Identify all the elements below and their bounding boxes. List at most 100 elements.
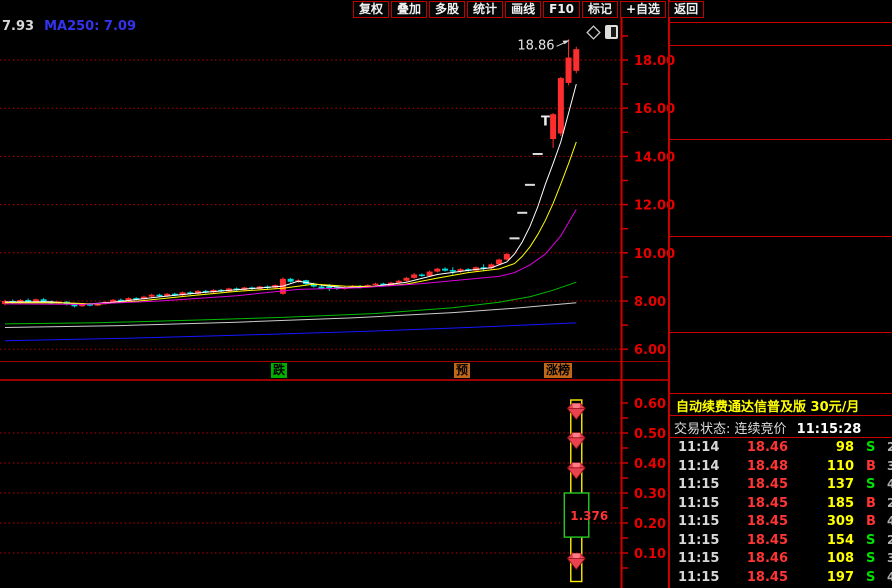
separator: [670, 45, 892, 46]
trade-price: 18.46: [746, 440, 788, 455]
toolbar: 复权 叠加 多股 统计 画线 F10 标记 +自选 返回: [353, 0, 706, 18]
toolbar-button-4[interactable]: 统计: [467, 0, 504, 18]
trade-side: B: [866, 495, 876, 511]
peak-price-label: 18.86: [517, 38, 554, 53]
trade-extra: 2: [887, 495, 892, 510]
trade-extra: 2: [887, 532, 892, 547]
sub-grid: 0.60 0.50 0.40 0.30 0.20 0.10: [0, 397, 666, 569]
separator: [670, 393, 892, 394]
sub-axis-label: 0.50: [634, 427, 666, 442]
trade-extra: 3: [887, 458, 892, 473]
indicator-value: 1.376: [570, 509, 608, 523]
trade-time: 11:15: [678, 569, 720, 585]
trade-side: B: [866, 458, 876, 474]
price-axis-label: 8.00: [634, 295, 666, 310]
trade-side: S: [866, 440, 876, 455]
trade-volume: 110: [826, 458, 854, 474]
limit-board-dash: [509, 237, 520, 240]
toolbar-button-7[interactable]: 标记: [581, 0, 618, 18]
peak-annotation: 18.86: [517, 38, 570, 53]
sub-axis-label: 0.60: [634, 397, 666, 412]
trade-volume: 197: [826, 569, 854, 585]
trade-volume: 185: [826, 495, 854, 511]
t-board-marker: T: [541, 114, 550, 129]
trade-time: 11:14: [678, 440, 720, 455]
trade-price: 18.45: [746, 569, 788, 585]
trade-volume: 154: [826, 532, 854, 548]
trade-extra: 4: [887, 569, 892, 584]
sub-axis-label: 0.20: [634, 517, 666, 532]
separator: [670, 139, 892, 140]
sub-axis-label: 0.30: [634, 487, 666, 502]
sub-axis-label: 0.10: [634, 547, 666, 562]
trade-time: 11:15: [678, 514, 720, 529]
tab-rise-ranking[interactable]: 涨榜: [544, 363, 573, 378]
trade-time: 11:15: [678, 495, 720, 511]
sub-axis-label: 0.40: [634, 457, 666, 472]
toolbar-button-2[interactable]: 叠加: [391, 0, 428, 18]
ma250-value: MA250: 7.09: [44, 19, 137, 34]
trade-time: 11:15: [678, 532, 720, 548]
trade-extra: 4: [887, 477, 892, 491]
ma-readout: 7.93 MA250: 7.09: [2, 19, 136, 34]
main-grid: 18.0016.0014.0012.0010.008.006.00: [0, 35, 675, 358]
trade-side: S: [866, 569, 876, 585]
separator: [670, 437, 892, 438]
trade-price: 18.48: [746, 458, 788, 474]
toolbar-button-6[interactable]: F10: [543, 0, 580, 18]
trade-row: 11:15 18.45 154 S 2: [670, 533, 892, 552]
status-time: 11:15:28: [796, 422, 862, 437]
diamond-icon: [586, 25, 601, 40]
limit-board-dash: [517, 211, 528, 214]
tab-fall-ranking[interactable]: 跌: [271, 363, 288, 378]
toolbar-button-9[interactable]: 返回: [668, 0, 705, 18]
ma-line-MA250: [4, 322, 577, 342]
limit-board-dash: [524, 183, 535, 186]
toolbar-button-8[interactable]: +自选: [620, 0, 667, 18]
toolbar-button-3[interactable]: 多股: [429, 0, 466, 18]
trade-row: 11:14 18.48 110 B 3: [670, 459, 892, 478]
trade-volume: 137: [826, 477, 854, 492]
separator: [670, 332, 892, 333]
trade-volume: 98: [835, 440, 854, 455]
trade-row: 11:14 18.46 98 S 2: [670, 440, 892, 459]
trade-price: 18.45: [746, 495, 788, 511]
trade-row: 11:15 18.45 309 B 4: [670, 514, 892, 533]
trade-price: 18.45: [746, 532, 788, 548]
trade-side: S: [866, 532, 876, 548]
price-axis-label: 6.00: [634, 343, 666, 358]
separator: [670, 22, 892, 23]
subscription-ad[interactable]: 自动续费通达信普及版 30元/月: [676, 396, 859, 415]
trade-side: S: [866, 477, 876, 492]
trade-row: 11:15 18.45 197 S 4: [670, 570, 892, 588]
trade-price: 18.45: [746, 477, 788, 492]
trade-time: 11:15: [678, 551, 720, 566]
toolbar-button-1[interactable]: 复权: [353, 0, 390, 18]
trade-extra: 4: [887, 514, 892, 528]
sub-indicator: 1.376: [563, 399, 608, 583]
trade-extra: 2: [887, 440, 892, 454]
trade-row: 11:15 18.45 185 B 2: [670, 496, 892, 515]
trade-extra: 3: [887, 551, 892, 565]
ma120-value: 7.93: [2, 19, 35, 34]
ma-line-MA120: [4, 302, 577, 328]
trade-side: S: [866, 551, 876, 566]
status-label: 交易状态: 连续竞价: [674, 422, 787, 437]
overlay-icons: [586, 25, 618, 40]
trade-volume: 108: [826, 551, 854, 566]
ma-line-MA60: [4, 281, 577, 325]
ma-line-MA5: [4, 83, 577, 305]
toolbar-button-5[interactable]: 画线: [505, 0, 542, 18]
separator: [670, 415, 892, 416]
tab-alert[interactable]: 预: [454, 363, 471, 378]
trade-row: 11:15 18.46 108 S 3: [670, 551, 892, 570]
trade-time: 11:15: [678, 477, 720, 492]
ma-line-MA20: [4, 209, 577, 305]
trade-row: 11:15 18.45 137 S 4: [670, 477, 892, 496]
trade-volume: 309: [826, 514, 854, 529]
separator: [670, 236, 892, 237]
trade-side: B: [866, 514, 876, 529]
trading-terminal-window: 18.00 16.00 14.00 12.00 10.00 8.00 6.00 T 18.86 0…: [0, 0, 892, 588]
trade-price: 18.46: [746, 551, 788, 566]
trade-status: 交易状态: 连续竞价 11:15:28: [674, 418, 861, 437]
